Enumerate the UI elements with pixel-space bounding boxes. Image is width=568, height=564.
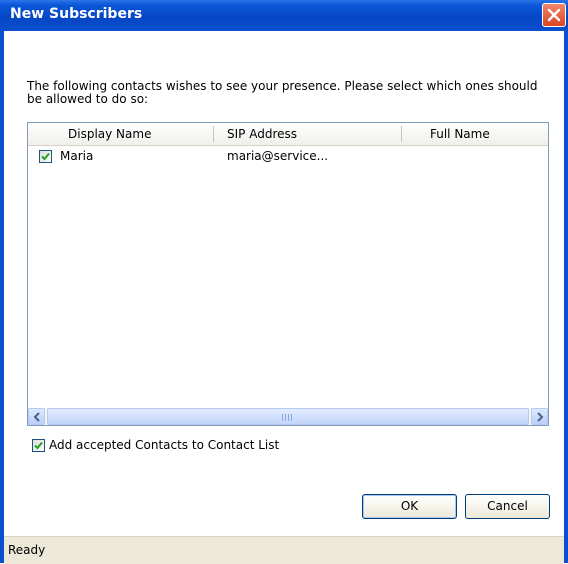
intro-text: The following contacts wishes to see you…: [27, 79, 538, 106]
list-item[interactable]: Maria maria@service...: [28, 147, 548, 165]
thumb-grip: [282, 414, 283, 421]
horizontal-scrollbar[interactable]: [28, 408, 548, 425]
cancel-button[interactable]: Cancel: [465, 494, 550, 519]
cell-sip-address: maria@service...: [227, 149, 329, 163]
chevron-left-icon: [33, 412, 40, 422]
column-separator[interactable]: [213, 126, 214, 142]
title-bar[interactable]: New Subscribers: [0, 0, 568, 31]
status-text: Ready: [8, 543, 46, 557]
thumb-grip: [285, 414, 286, 421]
dialog-window: New Subscribers The following contacts w…: [0, 0, 568, 564]
add-to-contacts-checkbox[interactable]: [32, 439, 45, 452]
column-separator[interactable]: [401, 126, 402, 142]
window-frame-left: [0, 31, 4, 563]
scroll-left-button[interactable]: [28, 408, 45, 425]
scroll-right-button[interactable]: [531, 408, 548, 425]
thumb-grip: [291, 414, 292, 421]
add-to-contacts-label[interactable]: Add accepted Contacts to Contact List: [49, 438, 279, 453]
close-icon: [547, 8, 561, 22]
window-title: New Subscribers: [10, 6, 143, 22]
row-checkbox[interactable]: [39, 150, 52, 163]
checkmark-icon: [41, 152, 50, 161]
chevron-right-icon: [537, 412, 544, 422]
list-header: Display Name SIP Address Full Name: [28, 123, 548, 146]
thumb-grip: [288, 414, 289, 421]
column-header-sip-address[interactable]: SIP Address: [227, 123, 297, 145]
close-button[interactable]: [542, 3, 566, 27]
window-frame-right: [564, 31, 568, 563]
status-bar: Ready: [4, 536, 564, 564]
column-header-display-name[interactable]: Display Name: [68, 123, 151, 145]
subscribers-list[interactable]: Display Name SIP Address Full Name Maria…: [27, 122, 549, 426]
ok-button[interactable]: OK: [362, 494, 457, 519]
checkmark-icon: [34, 441, 43, 450]
cell-display-name: Maria: [60, 149, 94, 163]
scroll-thumb[interactable]: [47, 408, 529, 425]
column-header-full-name[interactable]: Full Name: [430, 123, 490, 145]
